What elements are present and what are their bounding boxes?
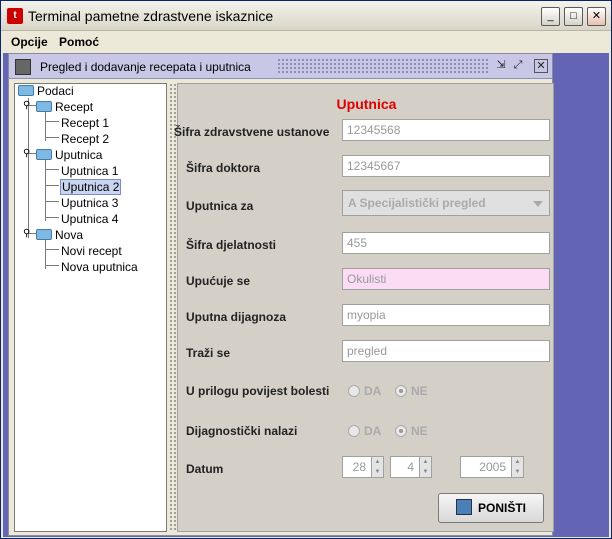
- label-u-prilogu: U prilogu povijest bolesti: [186, 384, 330, 398]
- close-button[interactable]: ✕: [587, 7, 606, 26]
- app-icon: t: [7, 8, 23, 24]
- label-dijagnosticki: Dijagnostički nalazi: [186, 424, 298, 438]
- split-divider[interactable]: [169, 83, 177, 532]
- label-uputnica-za: Uputnica za: [186, 199, 254, 213]
- label-datum: Datum: [186, 462, 224, 476]
- uputnica-za-select[interactable]: A Specijalistički pregled: [342, 190, 550, 216]
- maximize-button[interactable]: □: [564, 7, 583, 26]
- menu-bar: Opcije Pomoć: [1, 31, 611, 53]
- form-title: Uputnica: [336, 96, 397, 112]
- dijagnosticki-ne-radio[interactable]: NE: [395, 424, 428, 438]
- sifra-djelatnosti-field[interactable]: 455: [342, 232, 550, 254]
- tree-leaf-uputnica-3[interactable]: Uputnica 3: [61, 196, 118, 210]
- tree-leaf-nova-uputnica[interactable]: Nova uputnica: [61, 260, 138, 274]
- tree-leaf-uputnica-1[interactable]: Uputnica 1: [61, 164, 118, 178]
- folder-icon: [18, 85, 34, 96]
- frame-close-icon[interactable]: ✕: [534, 59, 548, 73]
- label-sifra-ustanove: Šifra zdravstvene ustanove: [174, 125, 330, 139]
- label-sifra-djelatnosti: Šifra djelatnosti: [186, 238, 277, 252]
- tree-root-podaci[interactable]: Podaci: [18, 84, 74, 98]
- title-bar[interactable]: t Terminal pametne zdrastvene iskaznice …: [1, 1, 611, 31]
- uputnica-form: Uputnica Šifra zdravstvene ustanove 1234…: [174, 83, 554, 532]
- spin-down-icon: ▼: [422, 469, 429, 475]
- tree-node-recept[interactable]: Recept: [36, 100, 93, 114]
- folder-icon: [36, 229, 52, 240]
- tree-leaf-uputnica-4[interactable]: Uputnica 4: [61, 212, 118, 226]
- expand-key-icon[interactable]: ⚲: [23, 100, 30, 111]
- internal-frame-title: Pregled i dodavanje recepata i uputnica: [40, 60, 251, 74]
- tree-leaf-recept-1[interactable]: Recept 1: [61, 116, 109, 130]
- tree-leaf-novi-recept[interactable]: Novi recept: [61, 244, 122, 258]
- maximize-icon[interactable]: ⤢: [511, 59, 525, 73]
- chevron-down-icon: [533, 201, 543, 207]
- label-upucuje-se: Upućuje se: [186, 274, 251, 288]
- data-tree: Podaci ⚲ Recept Recept 1 Recept 2 ⚲ Uput…: [14, 83, 167, 532]
- trash-icon: [455, 499, 472, 515]
- label-trazi-se: Traži se: [186, 346, 231, 360]
- window-title: Terminal pametne zdrastvene iskaznice: [28, 8, 274, 24]
- datum-day-spinner[interactable]: 28 ▲ ▼: [342, 456, 384, 478]
- menu-pomoc[interactable]: Pomoć: [59, 35, 99, 49]
- internal-frame: Pregled i dodavanje recepata i uputnica …: [8, 53, 554, 536]
- sifra-ustanove-field[interactable]: 12345568: [342, 119, 550, 141]
- internal-frame-titlebar[interactable]: Pregled i dodavanje recepata i uputnica …: [9, 54, 552, 79]
- titlebar-grip: [277, 58, 489, 74]
- label-sifra-doktora: Šifra doktora: [186, 161, 261, 175]
- datum-month-spinner[interactable]: 4 ▲ ▼: [390, 456, 432, 478]
- spin-down-icon: ▼: [374, 469, 381, 475]
- folder-icon: [36, 149, 52, 160]
- u-prilogu-ne-radio[interactable]: NE: [395, 384, 428, 398]
- tree-node-uputnica[interactable]: Uputnica: [36, 148, 102, 162]
- spin-down-icon: ▼: [514, 469, 521, 475]
- tree-leaf-uputnica-2[interactable]: Uputnica 2: [60, 179, 122, 195]
- folder-icon: [36, 101, 52, 112]
- trazi-se-field[interactable]: pregled: [342, 340, 550, 362]
- tree-leaf-recept-2[interactable]: Recept 2: [61, 132, 109, 146]
- upucuje-se-field[interactable]: Okulisti: [342, 268, 550, 290]
- spin-up-icon: ▲: [514, 459, 521, 465]
- spin-up-icon: ▲: [374, 459, 381, 465]
- datum-year-spinner[interactable]: 2005 ▲ ▼: [460, 456, 524, 478]
- spin-up-icon: ▲: [422, 459, 429, 465]
- sifra-doktora-field[interactable]: 12345667: [342, 155, 550, 177]
- minimize-button[interactable]: _: [541, 7, 560, 26]
- dijagnosticki-da-radio[interactable]: DA: [348, 424, 381, 438]
- iconify-icon[interactable]: ⇲: [494, 59, 508, 73]
- main-window: t Terminal pametne zdrastvene iskaznice …: [0, 0, 612, 539]
- frame-icon: [15, 59, 31, 75]
- label-uputna-dijagnoza: Uputna dijagnoza: [186, 310, 286, 324]
- expand-key-icon[interactable]: ⚲: [23, 228, 30, 239]
- u-prilogu-da-radio[interactable]: DA: [348, 384, 381, 398]
- ponisti-button[interactable]: PONIŠTI: [438, 493, 544, 523]
- expand-key-icon[interactable]: ⚲: [23, 148, 30, 159]
- uputna-dijagnoza-field[interactable]: myopia: [342, 304, 550, 326]
- menu-opcije[interactable]: Opcije: [11, 35, 48, 49]
- tree-node-nova[interactable]: Nova: [36, 228, 83, 242]
